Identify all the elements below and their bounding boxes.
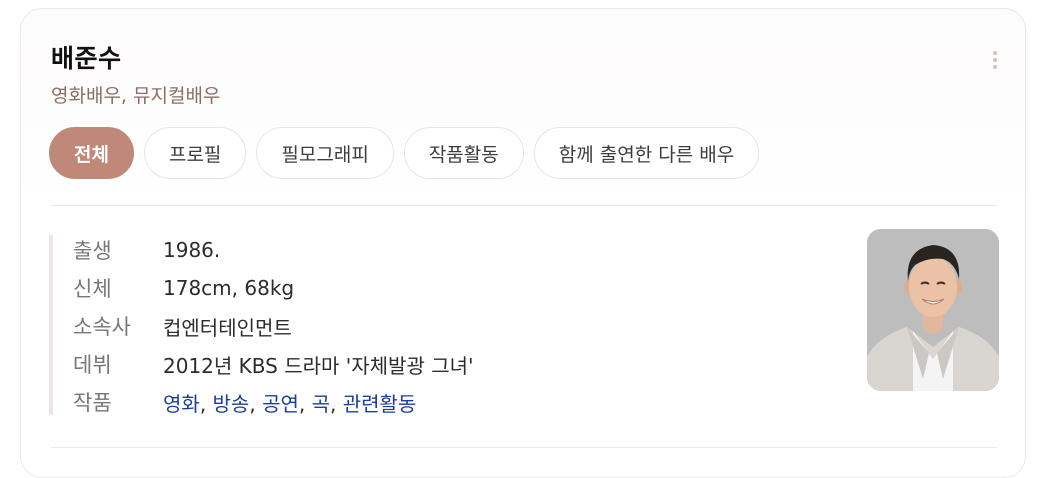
info-label-works: 작품 xyxy=(73,391,112,415)
more-vertical-icon-dot xyxy=(993,65,997,69)
works-link-song[interactable]: 곡 xyxy=(312,392,330,416)
info-value-body: 178cm, 68kg xyxy=(163,276,295,300)
section-divider xyxy=(51,205,997,206)
works-link-broadcast[interactable]: 방송 xyxy=(213,392,250,416)
agency-link[interactable]: 컵엔터테인먼트 xyxy=(163,312,292,341)
info-row-birth: 출생 1986. xyxy=(73,235,220,265)
more-vertical-icon xyxy=(993,51,997,55)
works-links: 영화, 방송, 공연, 곡, 관련활동 xyxy=(163,388,416,417)
tab-profile[interactable]: 프로필 xyxy=(143,127,247,179)
info-label-agency: 소속사 xyxy=(73,315,131,339)
tab-works[interactable]: 작품활동 xyxy=(403,127,524,179)
info-row-debut: 데뷔 2012년 KBS 드라마 '자체발광 그녀' xyxy=(73,349,474,379)
more-options-button[interactable] xyxy=(983,45,1007,75)
tab-all[interactable]: 전체 xyxy=(49,127,134,179)
works-separator: , xyxy=(330,391,343,416)
profile-info-list: 출생 1986. 신체 178cm, 68kg 소속사 컵엔터테인먼트 데뷔 2… xyxy=(49,235,813,417)
tab-filmography[interactable]: 필모그래피 xyxy=(256,127,394,179)
info-row-works: 작품 영화, 방송, 공연, 곡, 관련활동 xyxy=(73,387,416,417)
info-row-agency: 소속사 컵엔터테인먼트 xyxy=(73,311,292,341)
info-label-debut: 데뷔 xyxy=(73,353,112,377)
info-value-birth: 1986. xyxy=(163,238,221,262)
profile-photo[interactable] xyxy=(867,229,999,391)
works-separator: , xyxy=(298,391,312,416)
info-row-body: 신체 178cm, 68kg xyxy=(73,273,294,303)
profile-photo-image xyxy=(867,229,999,391)
more-vertical-icon-dot xyxy=(993,58,997,62)
profile-name: 배준수 xyxy=(51,44,122,73)
works-link-activities[interactable]: 관련활동 xyxy=(343,392,417,416)
section-divider-bottom xyxy=(51,447,997,448)
tab-co-actors[interactable]: 함께 출연한 다른 배우 xyxy=(533,127,760,179)
works-link-movie[interactable]: 영화 xyxy=(163,392,200,416)
tab-bar: 전체 프로필 필모그래피 작품활동 함께 출연한 다른 배우 xyxy=(49,127,760,179)
profile-occupation: 영화배우, 뮤지컬배우 xyxy=(51,85,221,107)
works-separator: , xyxy=(199,391,213,416)
works-separator: , xyxy=(249,391,263,416)
profile-card: 배준수 영화배우, 뮤지컬배우 전체 프로필 필모그래피 작품활동 함께 출연한… xyxy=(20,8,1026,478)
works-link-performance[interactable]: 공연 xyxy=(262,392,299,416)
info-label-body: 신체 xyxy=(73,277,112,301)
info-label-birth: 출생 xyxy=(73,239,112,263)
info-value-debut: 2012년 KBS 드라마 '자체발광 그녀' xyxy=(163,353,474,378)
